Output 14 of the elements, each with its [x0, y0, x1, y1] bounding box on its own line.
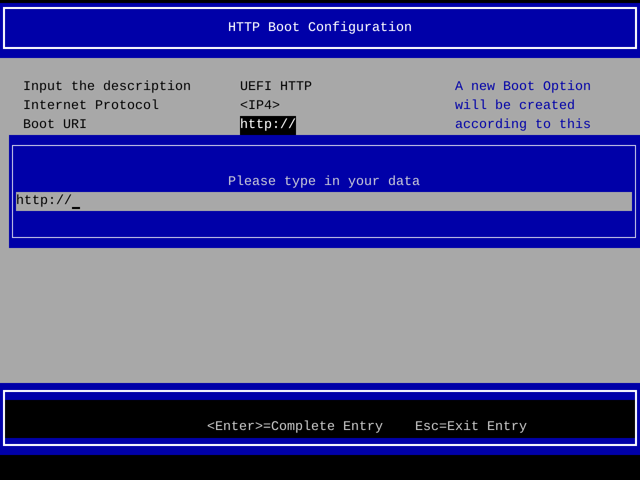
field-label: Input the description	[23, 79, 191, 97]
field-label: Internet Protocol	[23, 98, 159, 116]
key-hint: <Enter>=Complete Entry	[207, 419, 383, 437]
help-text: will be created	[455, 98, 575, 116]
help-text: A new Boot Option	[455, 79, 591, 97]
key-hint: Esc=Exit Entry	[414, 419, 527, 437]
field-value[interactable]: http://	[240, 116, 296, 135]
input-field[interactable]: http://	[16, 192, 632, 211]
window-title: HTTP Boot Configuration	[228, 20, 412, 36]
help-text: according to this	[455, 117, 591, 135]
field-label: Boot URI	[23, 117, 87, 135]
field-value[interactable]: UEFI HTTP	[240, 78, 312, 97]
field-value[interactable]: <IP4>	[240, 97, 280, 116]
dialog-prompt: Please type in your data	[228, 174, 420, 192]
